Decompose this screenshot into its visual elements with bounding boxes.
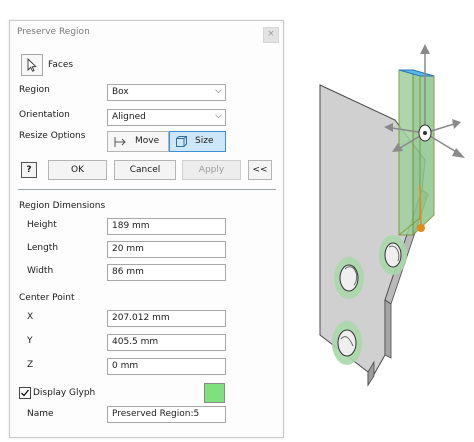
help-icon: ? xyxy=(26,165,32,175)
width-value: 86 mm xyxy=(112,267,144,277)
preserved-hole-glyph xyxy=(379,235,407,275)
cancel-label: Cancel xyxy=(129,165,161,175)
preserved-hole-glyph xyxy=(332,321,362,365)
preserved-hole-glyph xyxy=(334,257,364,299)
orientation-label: Orientation xyxy=(19,110,70,120)
collapse-button[interactable]: << xyxy=(248,160,272,180)
collapse-label: << xyxy=(252,165,268,175)
checkmark-icon xyxy=(21,389,30,397)
center-z-value: 0 mm xyxy=(112,361,139,371)
height-input[interactable]: 189 mm xyxy=(107,218,226,235)
chevron-down-icon: ⌵ xyxy=(215,86,222,96)
ok-label: OK xyxy=(71,165,84,175)
apply-label: Apply xyxy=(198,165,225,175)
apply-button[interactable]: Apply xyxy=(182,160,241,180)
width-input[interactable]: 86 mm xyxy=(107,264,226,281)
chevron-down-icon: ⌵ xyxy=(215,111,222,121)
preserve-region-dialog: Preserve Region × Faces Region Box ⌵ Ori… xyxy=(9,20,284,438)
center-y-value: 405.5 mm xyxy=(112,337,159,347)
center-x-input[interactable]: 207.012 mm xyxy=(107,310,226,327)
x-label: X xyxy=(27,312,34,322)
center-point-header: Center Point xyxy=(19,293,75,303)
resize-box-icon xyxy=(176,136,187,147)
cancel-button[interactable]: Cancel xyxy=(114,160,176,180)
part-edge-face xyxy=(384,299,392,359)
length-value: 20 mm xyxy=(112,244,144,254)
name-input[interactable]: Preserved Region:5 xyxy=(107,406,226,423)
center-y-input[interactable]: 405.5 mm xyxy=(107,334,226,351)
section-divider xyxy=(18,189,276,190)
display-glyph-label: Display Glyph xyxy=(33,388,96,398)
region-label: Region xyxy=(19,85,50,95)
resize-options-label: Resize Options xyxy=(19,131,86,141)
dialog-title: Preserve Region xyxy=(17,27,90,37)
faces-select-button[interactable] xyxy=(21,54,43,76)
region-dimensions-header: Region Dimensions xyxy=(19,201,106,211)
model-viewport[interactable] xyxy=(300,40,470,435)
display-glyph-checkbox[interactable] xyxy=(19,387,31,399)
center-z-input[interactable]: 0 mm xyxy=(107,358,226,375)
move-label: Move xyxy=(135,136,160,146)
y-label: Y xyxy=(27,336,33,346)
close-icon: × xyxy=(267,29,275,39)
part-model xyxy=(319,44,465,387)
center-x-value: 207.012 mm xyxy=(112,313,170,323)
ok-button[interactable]: OK xyxy=(48,160,107,180)
orientation-dropdown[interactable]: Aligned ⌵ xyxy=(107,109,226,126)
height-value: 189 mm xyxy=(112,221,150,231)
cursor-arrow-icon xyxy=(27,57,37,72)
z-label: Z xyxy=(27,360,34,370)
orientation-value: Aligned xyxy=(112,112,146,122)
length-label: Length xyxy=(27,243,59,253)
glyph-color-swatch[interactable] xyxy=(204,383,225,403)
preserved-region-box xyxy=(398,69,435,237)
length-input[interactable]: 20 mm xyxy=(107,241,226,258)
name-value: Preserved Region:5 xyxy=(112,409,200,419)
width-label: Width xyxy=(27,266,54,276)
name-label: Name xyxy=(27,409,54,419)
move-toggle-button[interactable]: Move xyxy=(107,131,169,152)
height-label: Height xyxy=(27,220,57,230)
close-button[interactable]: × xyxy=(263,27,279,43)
region-dropdown[interactable]: Box ⌵ xyxy=(107,84,226,101)
help-button[interactable]: ? xyxy=(21,162,37,178)
move-icon xyxy=(114,137,126,147)
faces-label: Faces xyxy=(48,60,74,70)
size-label: Size xyxy=(195,136,214,146)
region-value: Box xyxy=(112,87,129,97)
dialog-titlebar[interactable]: Preserve Region × xyxy=(10,21,283,45)
size-toggle-button[interactable]: Size xyxy=(169,131,226,152)
